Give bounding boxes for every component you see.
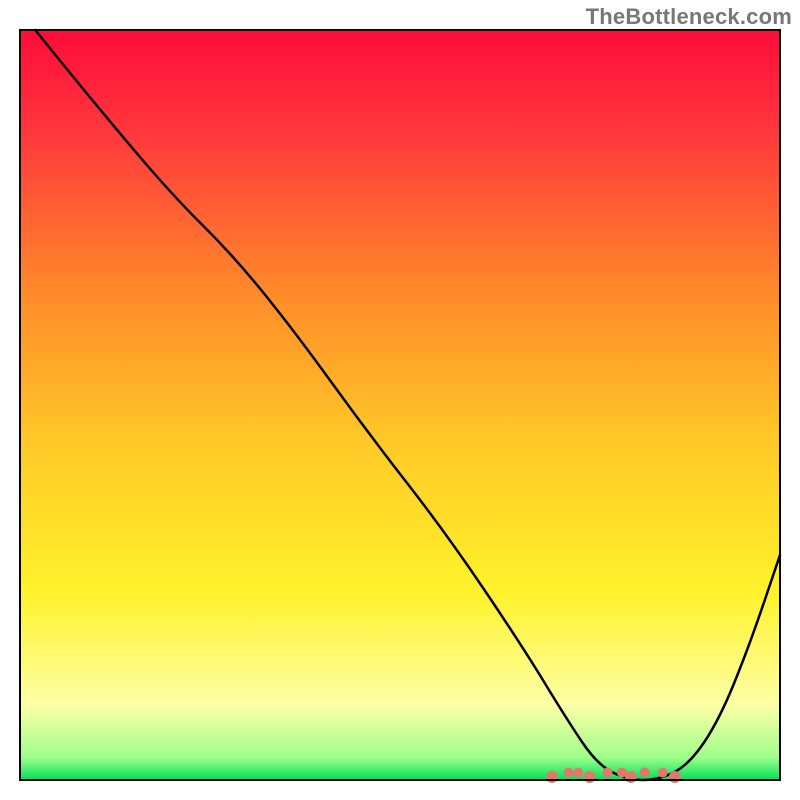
optimal-dot [603, 767, 613, 777]
bottleneck-chart [0, 0, 800, 800]
gradient-background [20, 30, 780, 780]
chart-container: TheBottleneck.com [0, 0, 800, 800]
optimal-dot [640, 767, 650, 777]
optimal-dot [573, 768, 583, 778]
optimal-dot [625, 771, 637, 783]
optimal-dot [546, 771, 558, 783]
optimal-dot [669, 771, 681, 783]
optimal-dot [563, 767, 573, 777]
optimal-dot [658, 768, 668, 778]
optimal-dot [584, 771, 596, 783]
